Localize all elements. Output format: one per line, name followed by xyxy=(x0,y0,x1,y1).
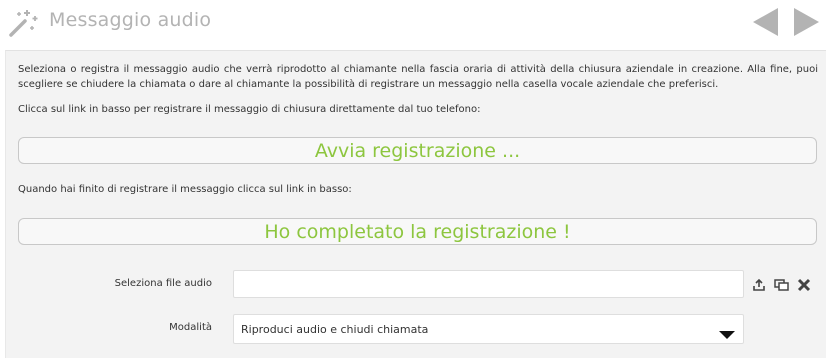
audio-file-input[interactable] xyxy=(233,270,744,298)
record-hint: Clicca sul link in basso per registrare … xyxy=(18,104,481,115)
magic-wand-icon xyxy=(8,6,40,38)
file-actions xyxy=(752,276,814,296)
audio-message-panel: Seleziona o registra il messaggio audio … xyxy=(5,50,826,358)
description-text: Seleziona o registra il messaggio audio … xyxy=(18,64,818,90)
page-header: Messaggio audio xyxy=(0,0,826,44)
copy-icon[interactable] xyxy=(774,277,789,296)
next-button[interactable] xyxy=(794,7,820,41)
mode-label: Modalità xyxy=(169,322,212,333)
previous-button[interactable] xyxy=(752,7,778,41)
upload-icon[interactable] xyxy=(752,277,766,296)
start-recording-button[interactable]: Avvia registrazione ... xyxy=(18,137,817,164)
triangle-left-icon xyxy=(753,8,778,36)
done-recording-button[interactable]: Ho completato la registrazione ! xyxy=(18,218,817,245)
mode-select[interactable]: Riproduci audio e chiudi chiamata xyxy=(233,314,744,344)
close-icon[interactable] xyxy=(797,277,811,296)
file-label: Seleziona file audio xyxy=(114,278,212,289)
done-hint: Quando hai finito di registrare il messa… xyxy=(18,184,352,195)
page-title: Messaggio audio xyxy=(49,9,212,31)
triangle-right-icon xyxy=(794,8,819,36)
mode-select-value: Riproduci audio e chiudi chiamata xyxy=(241,323,429,336)
chevron-down-icon xyxy=(719,325,735,344)
